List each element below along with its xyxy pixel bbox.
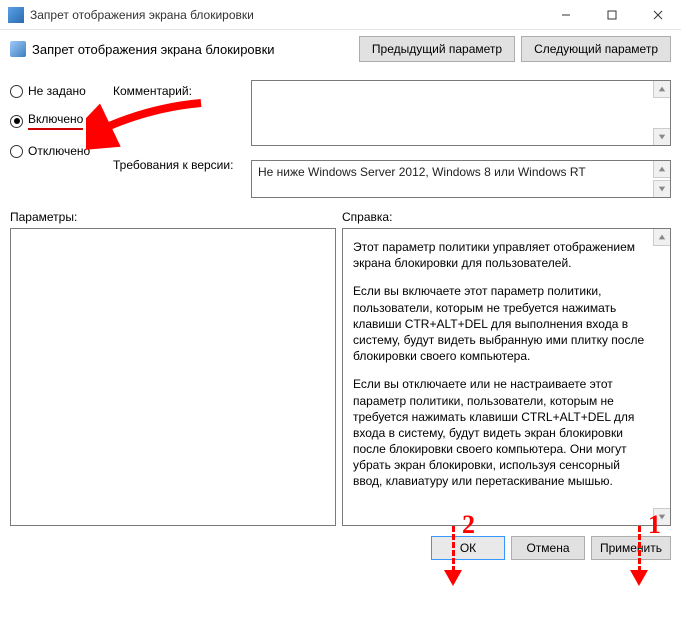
content-area: Запрет отображения экрана блокировки Пре…: [0, 30, 681, 570]
maximize-button[interactable]: [589, 0, 635, 30]
requirements-label: Требования к версии:: [113, 158, 243, 172]
scroll-up-icon[interactable]: [653, 161, 670, 178]
next-parameter-button[interactable]: Следующий параметр: [521, 36, 671, 62]
scroll-up-icon[interactable]: [653, 81, 670, 98]
scroll-up-icon[interactable]: [653, 229, 670, 246]
upper-config: Не задано Включено Отключено Комментарий…: [10, 80, 671, 198]
panels: Этот параметр политики управляет отображ…: [10, 228, 671, 526]
radio-label: Не задано: [28, 84, 86, 98]
radio-enabled[interactable]: Включено: [10, 112, 105, 130]
minimize-button[interactable]: [543, 0, 589, 30]
radio-icon: [10, 115, 23, 128]
policy-icon: [10, 41, 26, 57]
header-row: Запрет отображения экрана блокировки Пре…: [10, 36, 671, 62]
radio-icon: [10, 145, 23, 158]
help-paragraph: Этот параметр политики управляет отображ…: [353, 239, 648, 271]
titlebar: Запрет отображения экрана блокировки: [0, 0, 681, 30]
previous-parameter-button[interactable]: Предыдущий параметр: [359, 36, 515, 62]
radio-not-configured[interactable]: Не задано: [10, 84, 105, 98]
scroll-down-icon[interactable]: [653, 128, 670, 145]
nav-buttons: Предыдущий параметр Следующий параметр: [359, 36, 671, 62]
app-icon: [8, 7, 24, 23]
state-radios: Не задано Включено Отключено: [10, 80, 105, 198]
help-paragraph: Если вы включаете этот параметр политики…: [353, 283, 648, 364]
apply-button[interactable]: Применить: [591, 536, 671, 560]
scroll-down-icon[interactable]: [653, 180, 670, 197]
annotation-arrowhead-icon: [444, 570, 462, 586]
window-title: Запрет отображения экрана блокировки: [30, 8, 543, 22]
comment-textarea[interactable]: [251, 80, 671, 146]
footer-buttons: ОК Отмена Применить: [10, 536, 671, 560]
help-paragraph: Если вы отключаете или не настраиваете э…: [353, 376, 648, 489]
radio-disabled[interactable]: Отключено: [10, 144, 105, 158]
scroll-down-icon[interactable]: [653, 508, 670, 525]
cancel-button[interactable]: Отмена: [511, 536, 585, 560]
section-labels: Параметры: Справка:: [10, 210, 671, 224]
annotation-arrowhead-icon: [630, 570, 648, 586]
window-controls: [543, 0, 681, 30]
mid-labels: Комментарий: Требования к версии:: [113, 80, 243, 198]
header-left: Запрет отображения экрана блокировки: [10, 41, 275, 57]
close-button[interactable]: [635, 0, 681, 30]
policy-title: Запрет отображения экрана блокировки: [32, 42, 275, 57]
requirements-box: Не ниже Windows Server 2012, Windows 8 и…: [251, 160, 671, 198]
parameters-label: Параметры:: [10, 210, 342, 224]
ok-button[interactable]: ОК: [431, 536, 505, 560]
radio-icon: [10, 85, 23, 98]
help-label: Справка:: [342, 210, 392, 224]
right-boxes: Не ниже Windows Server 2012, Windows 8 и…: [251, 80, 671, 198]
parameters-panel: [10, 228, 336, 526]
radio-label: Включено: [28, 112, 83, 130]
help-panel: Этот параметр политики управляет отображ…: [342, 228, 671, 526]
radio-label: Отключено: [28, 144, 90, 158]
comment-label: Комментарий:: [113, 84, 243, 98]
requirements-text: Не ниже Windows Server 2012, Windows 8 и…: [258, 165, 586, 179]
